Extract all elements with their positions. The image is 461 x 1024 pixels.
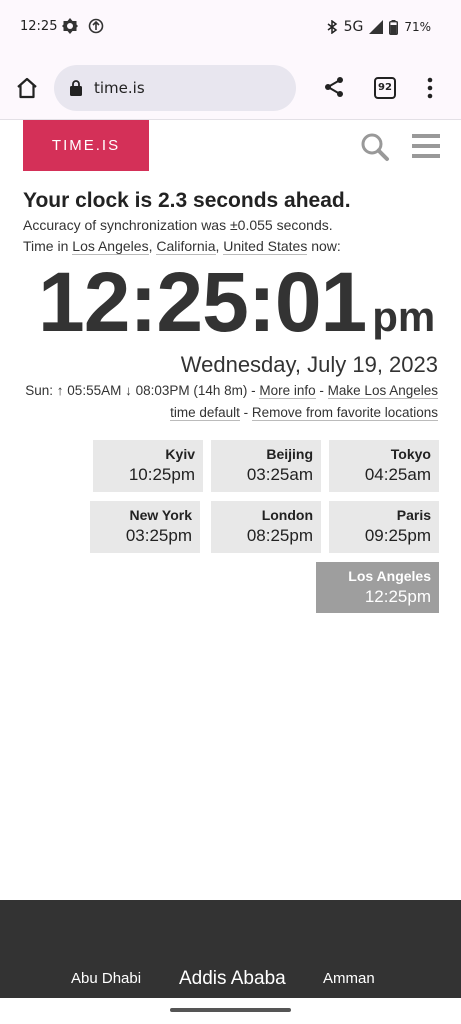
city-box-kyiv[interactable]: Kyiv 10:25pm — [93, 440, 203, 492]
browser-toolbar: time.is 92 — [0, 56, 461, 120]
country-link[interactable]: United States — [223, 238, 308, 255]
status-bar: 12:25 5G 71% — [0, 0, 461, 56]
state-link[interactable]: California — [156, 238, 216, 255]
clock-ampm: pm — [372, 293, 436, 340]
city-box-los-angeles[interactable]: Los Angeles 12:25pm — [316, 562, 439, 613]
accuracy-text: Accuracy of synchronization was ±0.055 s… — [23, 217, 333, 233]
city-name: Paris — [396, 507, 431, 523]
city-name: London — [261, 507, 313, 523]
city-time: 09:25pm — [364, 526, 431, 545]
city-name: Beijing — [266, 446, 313, 462]
tab-switcher-button[interactable]: 92 — [374, 77, 396, 99]
more-info-link[interactable]: More info — [259, 383, 316, 399]
hamburger-menu-icon[interactable] — [412, 134, 440, 158]
sun-info: Sun: ↑ 05:55AM ↓ 08:03PM (14h 8m) - More… — [18, 380, 438, 424]
url-text: time.is — [94, 79, 145, 97]
battery-icon — [389, 19, 399, 35]
city-name: Los Angeles — [348, 568, 431, 584]
city-box-beijing[interactable]: Beijing 03:25am — [211, 440, 321, 492]
footer-link-abu-dhabi[interactable]: Abu Dhabi — [71, 970, 141, 987]
share-icon[interactable] — [322, 75, 346, 99]
city-box-tokyo[interactable]: Tokyo 04:25am — [329, 440, 439, 492]
battery-label: 71% — [404, 20, 431, 34]
time-in-suffix: now: — [307, 238, 341, 254]
city-time: 12:25pm — [364, 587, 431, 606]
city-time: 03:25am — [246, 465, 313, 484]
sun-times: Sun: ↑ 05:55AM ↓ 08:03PM (14h 8m) - — [25, 383, 260, 398]
brightness-icon — [62, 18, 78, 34]
city-box-new-york[interactable]: New York 03:25pm — [90, 501, 200, 553]
site-logo[interactable]: TIME.IS — [23, 120, 149, 171]
remove-favorite-link[interactable]: Remove from favorite locations — [251, 405, 438, 421]
footer: Abu Dhabi Addis Ababa Amman — [0, 900, 461, 1000]
city-time: 10:25pm — [128, 465, 195, 484]
more-options-icon[interactable] — [420, 77, 440, 99]
status-time: 12:25 — [20, 19, 58, 34]
sync-headline: Your clock is 2.3 seconds ahead. — [23, 189, 351, 212]
city-box-london[interactable]: London 08:25pm — [211, 501, 321, 553]
city-name: Kyiv — [165, 446, 195, 462]
footer-link-amman[interactable]: Amman — [323, 970, 375, 987]
clock-digits: 12:25:01 — [38, 255, 367, 349]
data-saver-icon — [88, 18, 104, 34]
home-icon[interactable] — [14, 75, 40, 101]
main-clock: 12:25:01 pm — [38, 254, 435, 351]
bluetooth-icon — [327, 20, 337, 34]
city-time: 08:25pm — [246, 526, 313, 545]
gesture-nav-bar — [0, 998, 461, 1024]
city-link[interactable]: Los Angeles — [72, 238, 149, 255]
separator: - — [315, 383, 328, 398]
current-date: Wednesday, July 19, 2023 — [180, 352, 438, 377]
city-name: New York — [129, 507, 192, 523]
lock-icon — [70, 80, 82, 96]
location-line: Time in Los Angeles, California, United … — [23, 238, 341, 255]
city-box-paris[interactable]: Paris 09:25pm — [329, 501, 439, 553]
time-in-prefix: Time in — [23, 238, 73, 254]
city-time: 03:25pm — [125, 526, 192, 545]
signal-icon — [369, 20, 384, 34]
separator: - — [239, 405, 252, 420]
city-name: Tokyo — [390, 446, 431, 462]
address-bar[interactable]: time.is — [54, 65, 296, 111]
home-indicator[interactable] — [170, 1008, 291, 1012]
network-label: 5G — [343, 19, 364, 35]
city-time: 04:25am — [364, 465, 431, 484]
footer-link-addis-ababa[interactable]: Addis Ababa — [179, 968, 286, 990]
search-icon[interactable] — [360, 132, 390, 162]
